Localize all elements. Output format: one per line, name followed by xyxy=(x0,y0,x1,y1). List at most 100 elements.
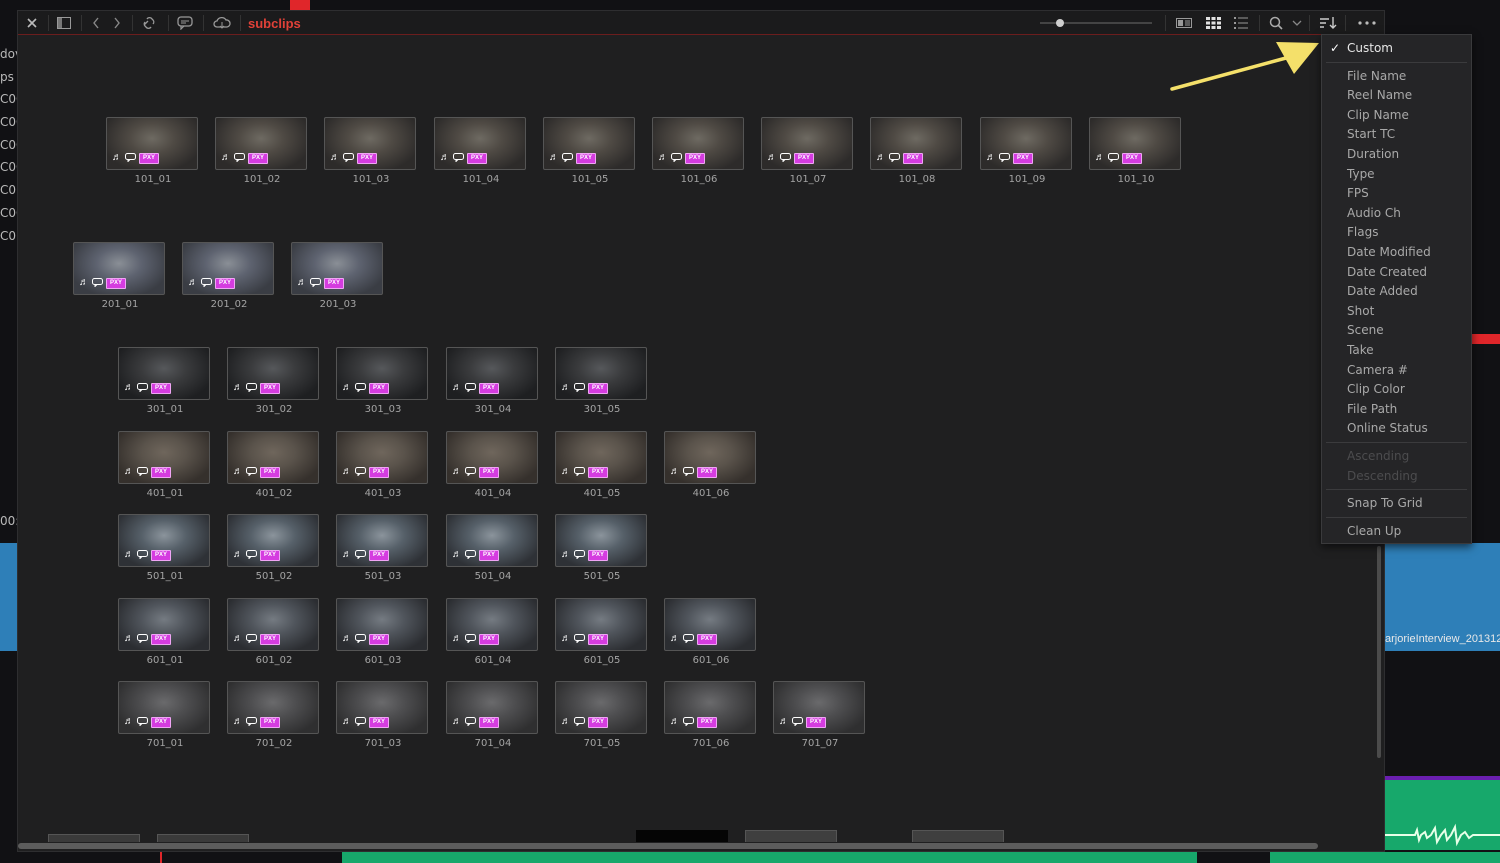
clip-thumbnail[interactable]: ♬ PXY 101_09 xyxy=(980,117,1074,189)
clip-thumbnail-image[interactable]: ♬ PXY xyxy=(336,347,428,400)
clip-thumbnail[interactable]: ♬ PXY 201_03 xyxy=(291,242,385,314)
clip-thumbnail[interactable]: ♬ PXY 701_04 xyxy=(446,681,540,753)
zoom-slider[interactable] xyxy=(1040,19,1152,27)
clip-thumbnail[interactable]: ♬ PXY 401_01 xyxy=(118,431,212,503)
clip-thumbnail-image[interactable]: ♬ PXY xyxy=(227,431,319,484)
search-icon[interactable] xyxy=(1266,11,1286,35)
clip-thumbnail[interactable]: ♬ PXY 101_03 xyxy=(324,117,418,189)
more-options-icon[interactable] xyxy=(1352,11,1382,35)
clip-thumbnail-image[interactable]: ♬ PXY xyxy=(106,117,198,170)
clip-thumbnail[interactable]: ♬ PXY 601_01 xyxy=(118,598,212,670)
zoom-slider-handle[interactable] xyxy=(1056,19,1064,27)
clip-thumbnail[interactable]: ♬ PXY 701_03 xyxy=(336,681,430,753)
clip-thumbnail[interactable]: ♬ PXY 701_01 xyxy=(118,681,212,753)
sort-menu-item-flags[interactable]: Flags xyxy=(1322,223,1471,242)
sort-menu-item-online-status[interactable]: Online Status xyxy=(1322,419,1471,438)
clip-thumbnail-image[interactable]: ♬ PXY xyxy=(324,117,416,170)
clip-thumbnail[interactable]: ♬ PXY 601_05 xyxy=(555,598,649,670)
clip-thumbnail[interactable]: ♬ PXY 401_06 xyxy=(664,431,758,503)
clip-thumbnail-image[interactable]: ♬ PXY xyxy=(291,242,383,295)
metadata-view-icon[interactable] xyxy=(1173,11,1195,35)
clip-thumbnail-image[interactable]: ♬ PXY xyxy=(555,598,647,651)
clip-thumbnail-image[interactable]: ♬ PXY xyxy=(227,681,319,734)
clip-thumbnail-image[interactable]: ♬ PXY xyxy=(118,681,210,734)
clip-thumbnail-image[interactable]: ♬ PXY xyxy=(336,431,428,484)
sort-menu-item-date-created[interactable]: Date Created xyxy=(1322,263,1471,282)
sort-menu-item-snap-to-grid[interactable]: Snap To Grid xyxy=(1322,494,1471,513)
clip-thumbnail[interactable]: ♬ PXY 701_02 xyxy=(227,681,321,753)
sort-menu-item-duration[interactable]: Duration xyxy=(1322,145,1471,164)
clip-thumbnail-image[interactable]: ♬ PXY xyxy=(652,117,744,170)
clip-thumbnail[interactable]: ♬ PXY 601_04 xyxy=(446,598,540,670)
clip-thumbnail-image[interactable]: ♬ PXY xyxy=(446,347,538,400)
clip-thumbnail[interactable]: ♬ PXY 201_01 xyxy=(73,242,167,314)
horizontal-scrollbar[interactable] xyxy=(18,843,1318,849)
clip-thumbnail-image[interactable]: ♬ PXY xyxy=(215,117,307,170)
clip-thumbnail-image[interactable]: ♬ PXY xyxy=(761,117,853,170)
clip-thumbnail[interactable]: ♬ PXY 401_05 xyxy=(555,431,649,503)
clip-thumbnail[interactable]: ♬ PXY 501_03 xyxy=(336,514,430,586)
clip-thumbnail[interactable]: ♬ PXY 301_02 xyxy=(227,347,321,419)
back-icon[interactable] xyxy=(88,11,104,35)
clip-thumbnail[interactable]: ♬ PXY 401_02 xyxy=(227,431,321,503)
clip-thumbnail[interactable]: ♬ PXY 501_01 xyxy=(118,514,212,586)
sort-menu-item-camera[interactable]: Camera # xyxy=(1322,361,1471,380)
clip-thumbnail-image[interactable]: ♬ PXY xyxy=(227,514,319,567)
sort-menu-item-audio-ch[interactable]: Audio Ch xyxy=(1322,204,1471,223)
clip-thumbnail-image[interactable]: ♬ PXY xyxy=(664,431,756,484)
vertical-scrollbar[interactable] xyxy=(1377,546,1381,758)
sort-menu-item-type[interactable]: Type xyxy=(1322,165,1471,184)
chevron-down-icon[interactable] xyxy=(1290,11,1304,35)
clip-thumbnail[interactable]: ♬ PXY 701_06 xyxy=(664,681,758,753)
clip-thumbnail[interactable]: ♬ PXY 301_05 xyxy=(555,347,649,419)
clip-thumbnail-image[interactable]: ♬ PXY xyxy=(543,117,635,170)
sort-menu-item-clip-color[interactable]: Clip Color xyxy=(1322,380,1471,399)
clip-thumbnail-image[interactable]: ♬ PXY xyxy=(227,347,319,400)
clip-thumbnail-image[interactable]: ♬ PXY xyxy=(555,514,647,567)
clip-thumbnail[interactable]: ♬ PXY 701_07 xyxy=(773,681,867,753)
clip-thumbnail-image[interactable]: ♬ PXY xyxy=(336,681,428,734)
sort-menu-item-date-modified[interactable]: Date Modified xyxy=(1322,243,1471,262)
clip-thumbnail-image[interactable]: ♬ PXY xyxy=(555,347,647,400)
sort-menu-item-scene[interactable]: Scene xyxy=(1322,321,1471,340)
cloud-icon[interactable] xyxy=(210,11,234,35)
clip-thumbnail-image[interactable]: ♬ PXY xyxy=(118,347,210,400)
clip-thumbnail[interactable]: ♬ PXY 101_04 xyxy=(434,117,528,189)
clip-thumbnail[interactable]: ♬ PXY 501_04 xyxy=(446,514,540,586)
clip-thumbnail[interactable]: ♬ PXY 101_10 xyxy=(1089,117,1183,189)
clip-thumbnail-image[interactable]: ♬ PXY xyxy=(980,117,1072,170)
sort-menu-item-date-added[interactable]: Date Added xyxy=(1322,282,1471,301)
link-icon[interactable] xyxy=(138,11,160,35)
clip-thumbnail-image[interactable]: ♬ PXY xyxy=(434,117,526,170)
clip-thumbnail-image[interactable]: ♬ PXY xyxy=(1089,117,1181,170)
clip-thumbnail[interactable]: ♬ PXY 101_02 xyxy=(215,117,309,189)
clip-thumbnail[interactable]: ♬ PXY 101_01 xyxy=(106,117,200,189)
clip-thumbnail-image[interactable]: ♬ PXY xyxy=(336,598,428,651)
sort-menu-item-clean-up[interactable]: Clean Up xyxy=(1322,522,1471,541)
clip-thumbnail[interactable]: ♬ PXY 501_05 xyxy=(555,514,649,586)
close-icon[interactable] xyxy=(22,11,42,35)
clip-thumbnail-image[interactable]: ♬ PXY xyxy=(446,598,538,651)
clip-thumbnail[interactable]: ♬ PXY 101_06 xyxy=(652,117,746,189)
sort-menu-item-reel-name[interactable]: Reel Name xyxy=(1322,86,1471,105)
clip-thumbnail-image[interactable]: ♬ PXY xyxy=(555,431,647,484)
clip-thumbnail[interactable]: ♬ PXY 401_03 xyxy=(336,431,430,503)
clip-thumbnail[interactable]: ♬ PXY 501_02 xyxy=(227,514,321,586)
list-view-icon[interactable] xyxy=(1230,11,1252,35)
sort-menu-item-shot[interactable]: Shot xyxy=(1322,302,1471,321)
clip-thumbnail-image[interactable]: ♬ PXY xyxy=(446,514,538,567)
clip-thumbnail[interactable]: ♬ PXY 601_02 xyxy=(227,598,321,670)
forward-icon[interactable] xyxy=(109,11,125,35)
clip-thumbnail-image[interactable]: ♬ PXY xyxy=(182,242,274,295)
clip-thumbnail-image[interactable]: ♬ PXY xyxy=(664,598,756,651)
clip-thumbnail-image[interactable]: ♬ PXY xyxy=(227,598,319,651)
sort-menu-item-file-path[interactable]: File Path xyxy=(1322,400,1471,419)
sort-menu-item-clip-name[interactable]: Clip Name xyxy=(1322,106,1471,125)
thumbnail-view-icon[interactable] xyxy=(1202,11,1224,35)
clip-thumbnail[interactable]: ♬ PXY 101_05 xyxy=(543,117,637,189)
clip-thumbnail-image[interactable]: ♬ PXY xyxy=(870,117,962,170)
clip-thumbnail-image[interactable]: ♬ PXY xyxy=(555,681,647,734)
sort-menu-item-take[interactable]: Take xyxy=(1322,341,1471,360)
sort-menu-item-start-tc[interactable]: Start TC xyxy=(1322,125,1471,144)
clip-thumbnail[interactable]: ♬ PXY 301_01 xyxy=(118,347,212,419)
